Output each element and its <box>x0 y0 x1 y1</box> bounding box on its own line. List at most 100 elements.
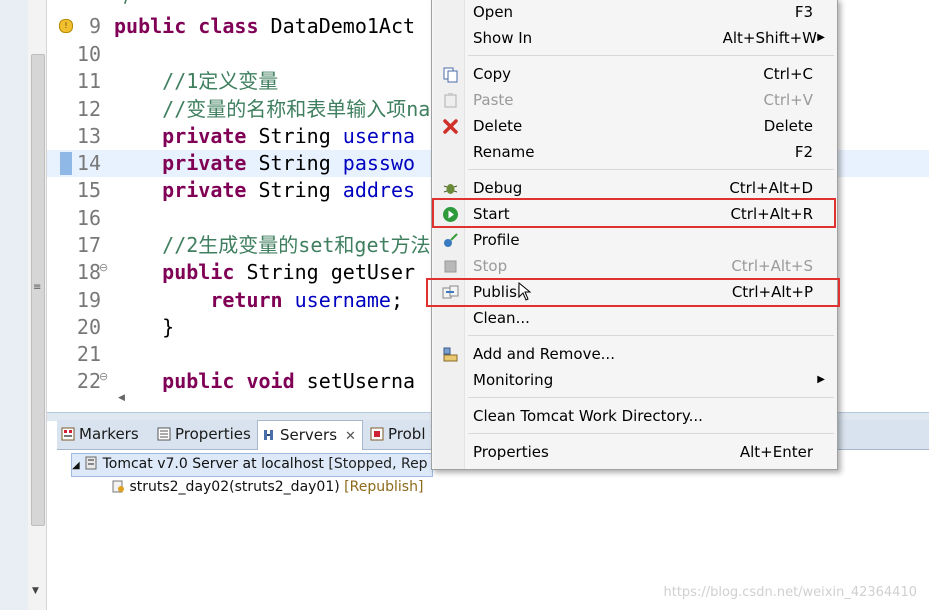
module-tree-item[interactable]: struts2_day02(struts2_day01) [Republish] <box>111 477 423 497</box>
line-number: 17 <box>76 233 101 257</box>
menu-item-clean-tomcat-work-directory[interactable]: Clean Tomcat Work Directory... <box>432 403 837 429</box>
delete-icon <box>443 119 458 134</box>
line-number: 10 <box>76 42 101 66</box>
code-text[interactable]: public class DataDemo1Act <box>114 13 415 40</box>
tab-label: Markers <box>79 425 139 443</box>
menu-item-label: Monitoring <box>473 371 554 389</box>
sash-grip-icon: ≡ <box>33 282 42 293</box>
menu-item-delete[interactable]: Delete Delete <box>432 113 837 139</box>
line-number: 12 <box>76 97 101 121</box>
fold-toggle-icon[interactable]: ⊖ <box>99 261 108 274</box>
menu-item-clean[interactable]: Clean... <box>432 305 837 331</box>
code-token: username <box>294 288 391 312</box>
markers-icon <box>61 427 75 441</box>
menu-item-rename[interactable]: Rename F2 <box>432 139 837 165</box>
code-text[interactable]: private String userna <box>114 123 415 150</box>
code-text[interactable]: return username; <box>114 287 403 314</box>
line-number: 18 <box>76 260 101 284</box>
line-number: 22 <box>76 369 101 393</box>
scroll-left-arrow-icon[interactable]: ◀ <box>118 393 125 403</box>
menu-item-label: Stop <box>473 257 508 275</box>
horizontal-scrollbar[interactable]: ◀ <box>108 390 438 408</box>
menu-separator <box>468 169 834 170</box>
tab-label: Properties <box>175 425 251 443</box>
problems-icon <box>370 427 384 441</box>
code-comment[interactable]: //2生成变量的set和get方法 <box>114 232 430 259</box>
publish-highlight-box <box>426 278 840 307</box>
menu-item-label: Open <box>473 3 514 21</box>
menu-separator <box>468 55 834 56</box>
code-token: String getUser <box>246 260 416 284</box>
menu-item-copy[interactable]: Copy Ctrl+C <box>432 61 837 87</box>
line-number: 21 <box>76 342 101 366</box>
menu-separator <box>468 397 834 398</box>
line-number: 9 <box>88 14 101 38</box>
menu-item-label: Delete <box>473 117 523 135</box>
code-token: private <box>114 151 259 175</box>
line-number: 16 <box>76 206 101 230</box>
menu-item-show-in[interactable]: Show In Alt+Shift+W ▶ <box>432 25 837 51</box>
code-comment[interactable]: //变量的名称和表单输入项name <box>114 96 454 123</box>
menu-item-shortcut: Delete <box>763 117 813 135</box>
line-number: 11 <box>76 69 101 93</box>
code-text[interactable]: private String passwo <box>114 150 415 177</box>
menu-item-monitoring[interactable]: Monitoring ▶ <box>432 367 837 393</box>
menu-item-label: Rename <box>473 143 535 161</box>
server-status: [Stopped, Rep <box>328 456 428 472</box>
paste-icon <box>444 93 457 108</box>
menu-item-label: Profile <box>473 231 520 249</box>
stop-icon <box>444 260 457 273</box>
menu-item-shortcut: F3 <box>794 3 813 21</box>
menu-item-stop[interactable]: Stop Ctrl+Alt+S <box>432 253 837 279</box>
menu-item-label: Properties <box>473 443 549 461</box>
code-token: userna <box>342 124 416 148</box>
code-text[interactable]: } <box>114 314 174 341</box>
code-comment[interactable]: //1定义变量 <box>114 68 278 95</box>
mouse-cursor-icon <box>518 282 532 301</box>
module-status: [Republish] <box>344 479 424 495</box>
code-token: String <box>258 124 343 148</box>
menu-item-label: Clean... <box>473 309 530 327</box>
code-token: return <box>114 288 295 312</box>
server-tree-item[interactable]: ◢ Tomcat v7.0 Server at localhost [Stopp… <box>71 453 433 477</box>
collapse-arrow-icon[interactable]: ◢ <box>72 460 80 471</box>
servers-icon <box>264 430 273 440</box>
context-menu: Open F3 Show In Alt+Shift+W ▶ Copy Ctrl+… <box>431 0 838 470</box>
code-token: DataDemo1Act <box>270 14 416 38</box>
menu-item-label: Copy <box>473 65 512 83</box>
code-token: String <box>258 151 343 175</box>
code-token: private <box>114 178 259 202</box>
menu-item-shortcut: Ctrl+Alt+S <box>731 257 813 275</box>
tab-markers[interactable]: Markers <box>57 420 145 449</box>
profile-icon <box>444 233 458 247</box>
copy-icon <box>443 67 458 83</box>
module-icon <box>112 480 124 493</box>
submenu-arrow-icon: ▶ <box>817 32 825 43</box>
code-token: public class <box>114 14 271 38</box>
menu-item-shortcut: Ctrl+V <box>763 91 813 109</box>
watermark-text: https://blog.csdn.net/weixin_42364410 <box>663 585 917 600</box>
code-text[interactable]: private String addres <box>114 177 415 204</box>
line-number: 15 <box>76 178 101 202</box>
tab-servers[interactable]: Servers ✕ <box>257 420 363 450</box>
code-text[interactable]: public String getUser <box>114 259 415 286</box>
menu-item-open[interactable]: Open F3 <box>432 0 837 25</box>
vertical-scrollbar[interactable]: ≡ ▼ <box>28 0 47 610</box>
scroll-down-arrow-icon[interactable]: ▼ <box>32 586 39 596</box>
tab-properties[interactable]: Properties <box>153 420 257 449</box>
line-number: 19 <box>76 288 101 312</box>
left-trim-bar <box>0 0 29 610</box>
menu-item-profile[interactable]: Profile <box>432 227 837 253</box>
submenu-arrow-icon: ▶ <box>817 374 825 385</box>
line-number: 13 <box>76 124 101 148</box>
menu-item-properties[interactable]: Properties Alt+Enter <box>432 439 837 465</box>
tab-problems[interactable]: Probl <box>366 420 432 449</box>
fold-toggle-icon[interactable]: ⊖ <box>99 370 108 383</box>
menu-item-paste[interactable]: Paste Ctrl+V <box>432 87 837 113</box>
code-token: passwo <box>342 151 416 175</box>
menu-item-add-remove[interactable]: Add and Remove... <box>432 341 837 367</box>
close-tab-icon[interactable]: ✕ <box>345 429 356 444</box>
code-token: addres <box>342 178 416 202</box>
line-number: 20 <box>76 315 101 339</box>
menu-item-label: Add and Remove... <box>473 345 615 363</box>
